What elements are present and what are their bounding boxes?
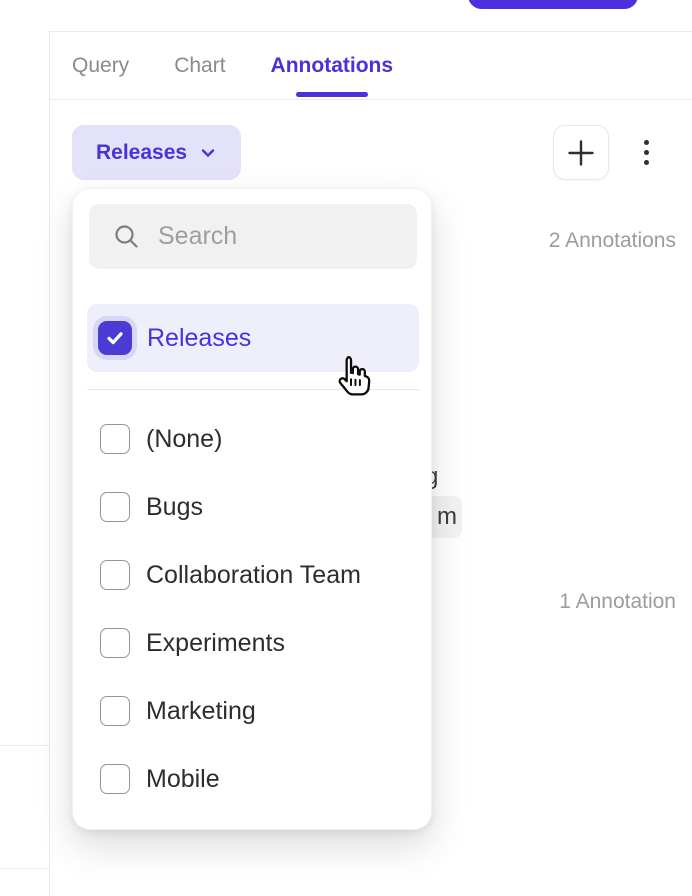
dropdown-item-experiments[interactable]: Experiments	[87, 609, 419, 677]
search-icon	[113, 223, 140, 250]
checkbox-unchecked[interactable]	[100, 560, 130, 590]
plus-icon	[566, 138, 596, 168]
dropdown-item-list: (None) Bugs Collaboration Team Experimen…	[87, 405, 419, 813]
left-rail	[0, 31, 50, 896]
kebab-dot	[644, 140, 649, 145]
checkbox-unchecked[interactable]	[100, 696, 130, 726]
add-annotation-button[interactable]	[553, 125, 609, 180]
kebab-dot	[644, 160, 649, 165]
checkbox-checked[interactable]	[98, 321, 132, 355]
dropdown-item-label: Releases	[147, 324, 251, 353]
chevron-down-icon	[199, 144, 217, 162]
rail-divider	[0, 868, 49, 869]
kebab-dot	[644, 150, 649, 155]
annotations-screen: Query Chart Annotations Releases 2 Annot…	[0, 0, 692, 896]
tab-chart[interactable]: Chart	[174, 32, 225, 99]
tab-annotations[interactable]: Annotations	[271, 32, 393, 99]
checkbox-unchecked[interactable]	[100, 628, 130, 658]
checkbox-unchecked[interactable]	[100, 424, 130, 454]
more-options-button[interactable]	[632, 125, 660, 180]
primary-action-button[interactable]	[468, 0, 638, 9]
annotation-count-badge: 1 Annotation	[559, 590, 676, 614]
annotations-count-badge: 2 Annotations	[549, 229, 676, 253]
rail-divider	[0, 745, 49, 746]
dropdown-item-mobile[interactable]: Mobile	[87, 745, 419, 813]
tab-query[interactable]: Query	[72, 32, 129, 99]
dropdown-item-none[interactable]: (None)	[87, 405, 419, 473]
filter-label: Releases	[96, 141, 187, 165]
checkbox-unchecked[interactable]	[100, 492, 130, 522]
tab-bar: Query Chart Annotations	[50, 32, 692, 100]
releases-filter-dropdown: Releases (None) Bugs Collaboration Team …	[72, 188, 432, 830]
dropdown-divider	[87, 389, 419, 390]
dropdown-item-collaboration-team[interactable]: Collaboration Team	[87, 541, 419, 609]
dropdown-item-label: Collaboration Team	[146, 561, 361, 590]
search-box[interactable]	[89, 204, 417, 269]
dropdown-item-releases[interactable]: Releases	[87, 304, 419, 372]
dropdown-item-label: Marketing	[146, 697, 256, 726]
dropdown-item-label: Mobile	[146, 765, 220, 794]
releases-filter-button[interactable]: Releases	[72, 125, 241, 180]
dropdown-item-label: (None)	[146, 425, 222, 454]
dropdown-item-bugs[interactable]: Bugs	[87, 473, 419, 541]
checkbox-unchecked[interactable]	[100, 764, 130, 794]
dropdown-item-label: Bugs	[146, 493, 203, 522]
dropdown-item-label: Experiments	[146, 629, 285, 658]
dropdown-item-marketing[interactable]: Marketing	[87, 677, 419, 745]
search-input[interactable]	[158, 222, 401, 251]
